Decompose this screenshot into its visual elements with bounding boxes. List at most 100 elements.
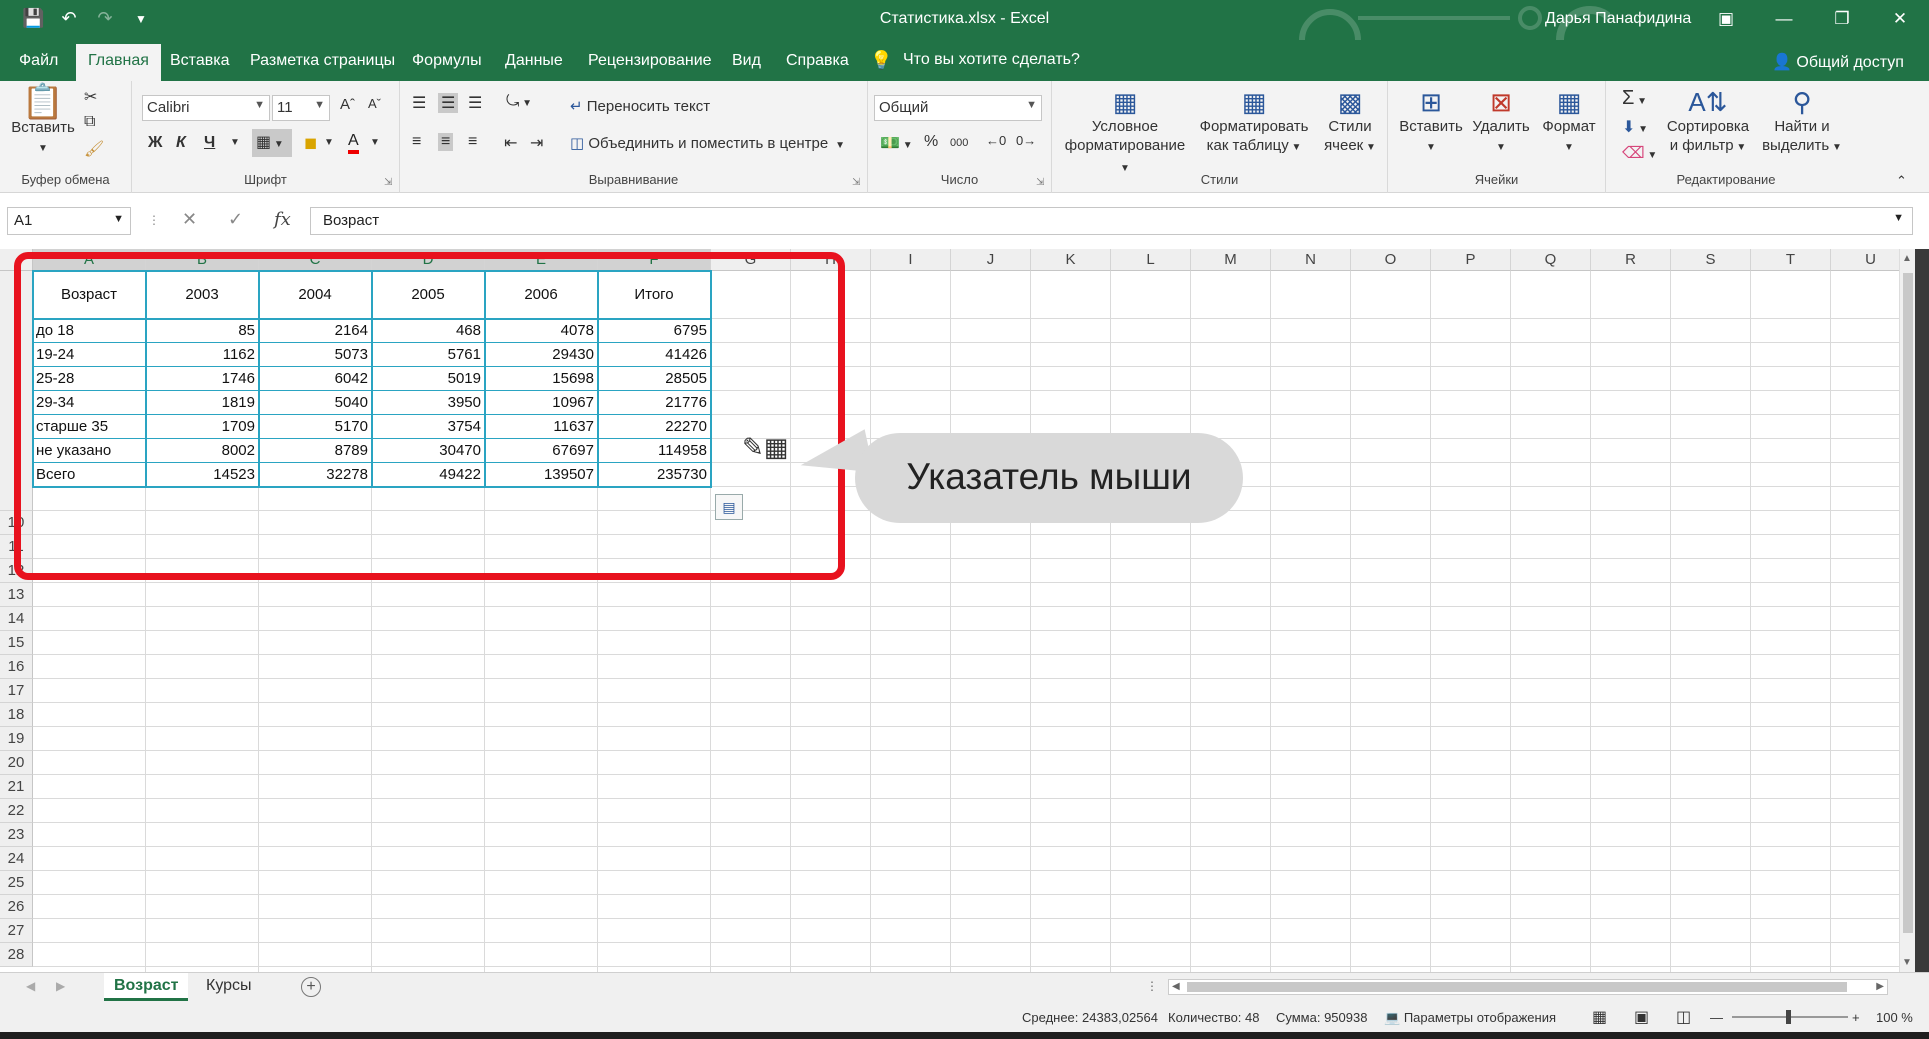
tab-formulas[interactable]: Формулы — [412, 52, 482, 70]
column-header-P[interactable]: P — [1431, 249, 1511, 271]
scroll-left-icon[interactable]: ◀ — [1172, 981, 1180, 992]
column-header-O[interactable]: O — [1351, 249, 1431, 271]
tell-me-search[interactable]: Что вы хотите сделать? — [903, 51, 1080, 69]
borders-button[interactable]: ▦ ▼ — [252, 129, 292, 157]
vertical-scrollbar[interactable]: ▲ ▼ — [1899, 249, 1915, 972]
row-header-17[interactable]: 17 — [0, 679, 33, 703]
orientation-icon[interactable]: ⤿ ▼ — [506, 93, 532, 111]
collapse-ribbon-icon[interactable]: ⌃ — [1896, 173, 1907, 189]
prev-sheet-icon[interactable]: ◀ — [26, 979, 35, 993]
tab-help[interactable]: Справка — [786, 52, 849, 70]
horizontal-scroll-thumb[interactable] — [1187, 982, 1847, 992]
insert-cells-button[interactable]: ⊞ Вставить ▼ — [1396, 87, 1466, 157]
display-settings-button[interactable]: 💻 Параметры отображения — [1384, 1010, 1556, 1026]
clear-icon[interactable]: ⌫ ▼ — [1622, 143, 1657, 163]
row-header-15[interactable]: 15 — [0, 631, 33, 655]
find-select-button[interactable]: ⚲ Найти и выделить ▼ — [1762, 87, 1842, 157]
zoom-level[interactable]: 100 % — [1876, 1010, 1913, 1025]
quick-analysis-icon[interactable]: ▤ — [715, 494, 743, 520]
decrease-decimal-icon[interactable]: 0→ — [1016, 133, 1036, 148]
page-layout-view-icon[interactable]: ▣ — [1634, 1007, 1649, 1027]
zoom-slider-thumb[interactable] — [1786, 1010, 1791, 1024]
tab-file[interactable]: Файл — [19, 52, 58, 70]
alignment-dialog-launcher-icon[interactable]: ⇲ — [852, 177, 860, 188]
conditional-formatting-button[interactable]: ▦ Условное форматирование ▼ — [1060, 87, 1190, 178]
confirm-entry-icon[interactable]: ✓ — [228, 209, 243, 230]
row-header-19[interactable]: 19 — [0, 727, 33, 751]
italic-button[interactable]: К — [176, 134, 186, 152]
row-header-28[interactable]: 28 — [0, 943, 33, 967]
percent-style-button[interactable]: % — [924, 133, 938, 151]
column-header-K[interactable]: K — [1031, 249, 1111, 271]
number-dialog-launcher-icon[interactable]: ⇲ — [1036, 177, 1044, 188]
align-left-icon[interactable]: ≡ — [412, 133, 421, 151]
cut-icon[interactable]: ✂ — [84, 87, 97, 107]
name-box[interactable]: A1 ▼ — [7, 207, 131, 235]
delete-cells-button[interactable]: ⊠ Удалить ▼ — [1468, 87, 1534, 157]
font-size-select[interactable]: 11 ▼ — [272, 95, 330, 121]
tab-split-icon[interactable]: ⋮ — [1146, 979, 1158, 993]
align-bottom-icon[interactable]: ☰ — [468, 93, 482, 113]
insert-function-button[interactable]: fx — [274, 209, 291, 230]
underline-dropdown-icon[interactable]: ▼ — [230, 137, 240, 148]
zoom-out-icon[interactable]: — — [1710, 1010, 1723, 1025]
column-header-M[interactable]: M — [1191, 249, 1271, 271]
row-header-21[interactable]: 21 — [0, 775, 33, 799]
copy-icon[interactable]: ⧉ — [84, 113, 95, 131]
row-header-24[interactable]: 24 — [0, 847, 33, 871]
fill-color-dropdown-icon[interactable]: ▼ — [324, 137, 334, 148]
column-header-R[interactable]: R — [1591, 249, 1671, 271]
row-header-26[interactable]: 26 — [0, 895, 33, 919]
cancel-entry-icon[interactable]: ✕ — [182, 209, 197, 230]
vertical-scroll-thumb[interactable] — [1903, 273, 1913, 933]
tab-review[interactable]: Рецензирование — [588, 52, 712, 70]
user-name[interactable]: Дарья Панафидина — [1545, 10, 1691, 28]
row-header-25[interactable]: 25 — [0, 871, 33, 895]
decrease-font-icon[interactable]: Aˇ — [368, 96, 381, 111]
tab-page-layout[interactable]: Разметка страницы — [250, 52, 395, 70]
row-header-13[interactable]: 13 — [0, 583, 33, 607]
column-header-Q[interactable]: Q — [1511, 249, 1591, 271]
column-header-S[interactable]: S — [1671, 249, 1751, 271]
font-color-dropdown-icon[interactable]: ▼ — [370, 137, 380, 148]
row-header-27[interactable]: 27 — [0, 919, 33, 943]
normal-view-icon[interactable]: ▦ — [1592, 1007, 1607, 1027]
minimize-icon[interactable]: — — [1755, 0, 1813, 40]
format-as-table-button[interactable]: ▦ Форматировать как таблицу ▼ — [1196, 87, 1312, 157]
add-sheet-icon[interactable]: + — [301, 977, 321, 997]
autosum-icon[interactable]: Σ ▼ — [1622, 87, 1647, 110]
column-header-L[interactable]: L — [1111, 249, 1191, 271]
font-dialog-launcher-icon[interactable]: ⇲ — [384, 177, 392, 188]
restore-icon[interactable]: ❐ — [1813, 0, 1871, 40]
align-middle-icon[interactable]: ☰ — [438, 93, 459, 113]
accounting-format-icon[interactable]: 💵 ▼ — [880, 133, 913, 153]
paste-button[interactable]: 📋 Вставить ▼ — [10, 85, 76, 158]
scroll-right-icon[interactable]: ▶ — [1876, 981, 1884, 992]
sheet-tab-kursy[interactable]: Курсы — [196, 973, 262, 1001]
align-top-icon[interactable]: ☰ — [412, 93, 426, 113]
row-header-16[interactable]: 16 — [0, 655, 33, 679]
format-painter-icon[interactable]: 🖌 — [84, 139, 104, 159]
sort-filter-button[interactable]: A⇅ Сортировка и фильтр ▼ — [1658, 87, 1758, 157]
page-break-view-icon[interactable]: ◫ — [1676, 1007, 1691, 1027]
column-header-N[interactable]: N — [1271, 249, 1351, 271]
share-button[interactable]: 👤 Общий доступ — [1772, 52, 1904, 72]
comma-style-button[interactable]: 000 — [950, 137, 968, 149]
zoom-in-icon[interactable]: + — [1852, 1010, 1860, 1025]
increase-indent-icon[interactable]: ⇥ — [530, 133, 543, 153]
column-header-T[interactable]: T — [1751, 249, 1831, 271]
row-header-20[interactable]: 20 — [0, 751, 33, 775]
column-header-J[interactable]: J — [951, 249, 1031, 271]
fill-icon[interactable]: ⬇ ▼ — [1622, 117, 1648, 137]
tab-view[interactable]: Вид — [732, 52, 761, 70]
row-header-18[interactable]: 18 — [0, 703, 33, 727]
decrease-indent-icon[interactable]: ⇤ — [504, 133, 517, 153]
tab-insert[interactable]: Вставка — [170, 52, 229, 70]
cell-styles-button[interactable]: ▩ Стили ячеек ▼ — [1318, 87, 1382, 157]
tab-home[interactable]: Главная — [76, 44, 161, 81]
merge-center-button[interactable]: ◫ Объединить и поместить в центре ▼ — [570, 134, 845, 152]
row-header-14[interactable]: 14 — [0, 607, 33, 631]
wrap-text-button[interactable]: ↵ Переносить текст — [570, 97, 710, 115]
number-format-select[interactable]: Общий ▼ — [874, 95, 1042, 121]
column-header-I[interactable]: I — [871, 249, 951, 271]
